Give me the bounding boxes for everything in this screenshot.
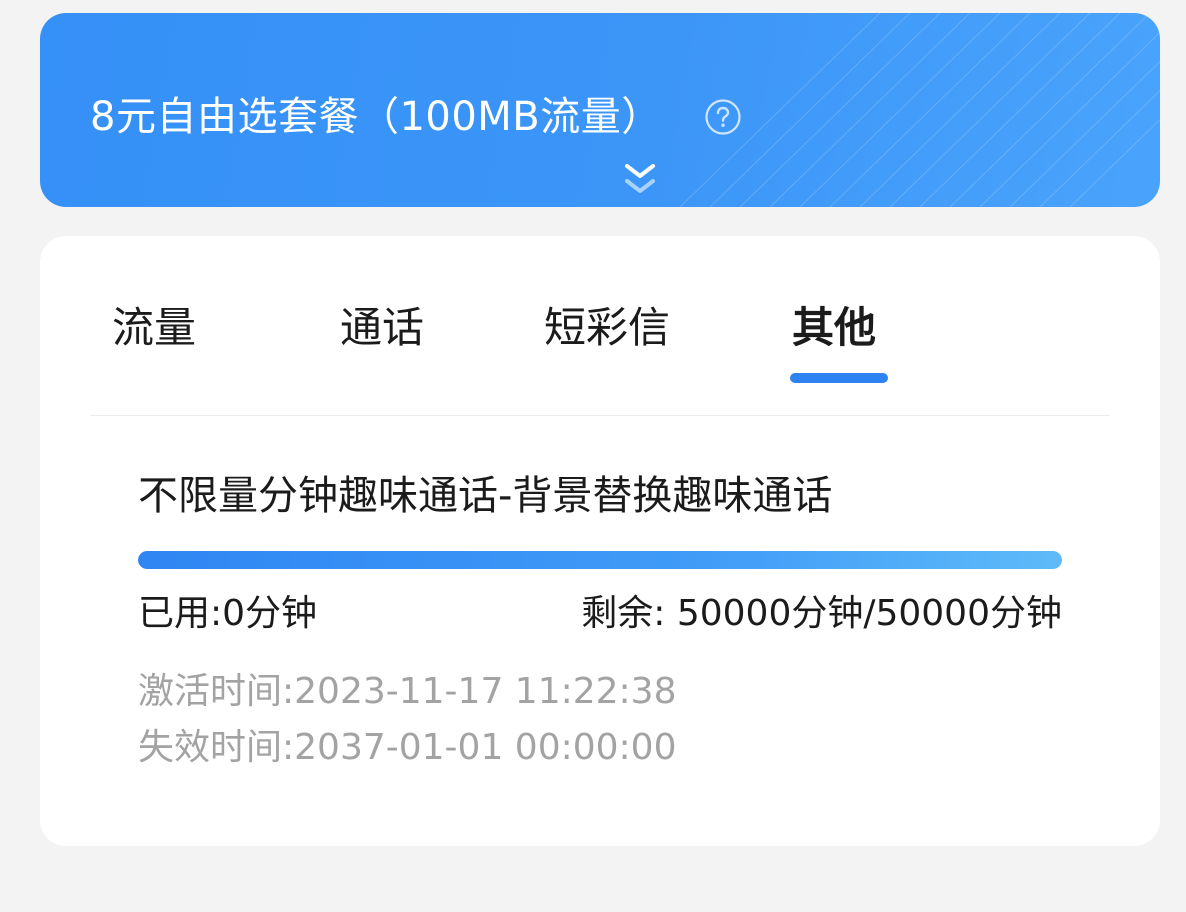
question-circle-icon[interactable] <box>704 98 742 136</box>
double-chevron-down-icon[interactable] <box>620 159 660 203</box>
plan-card[interactable]: 8元自由选套餐（100MB流量） <box>40 13 1160 207</box>
usage-progress-bar <box>138 551 1062 569</box>
tab-data[interactable]: 流量 <box>112 298 196 358</box>
usage-card: 流量 通话 短彩信 其他 不限量分钟趣味通话-背景替换趣味通话 已用:0分钟 剩… <box>40 236 1160 846</box>
plan-title-row: 8元自由选套餐（100MB流量） <box>90 89 742 145</box>
expiry-time: 失效时间:2037-01-01 00:00:00 <box>138 727 677 768</box>
tab-divider <box>90 415 1110 416</box>
usage-progress-fill <box>138 551 1062 569</box>
package-name: 不限量分钟趣味通话-背景替换趣味通话 <box>138 473 833 519</box>
category-tabs: 流量 通话 短彩信 其他 <box>40 236 1160 416</box>
plan-title: 8元自由选套餐（100MB流量） <box>90 94 662 140</box>
tab-sms-mms[interactable]: 短彩信 <box>544 298 670 358</box>
active-tab-indicator <box>790 373 888 383</box>
tab-other[interactable]: 其他 <box>792 298 876 358</box>
remaining-amount: 剩余: 50000分钟/50000分钟 <box>581 593 1062 634</box>
used-amount: 已用:0分钟 <box>138 593 318 634</box>
tab-calls[interactable]: 通话 <box>340 298 424 358</box>
activation-time: 激活时间:2023-11-17 11:22:38 <box>138 671 677 712</box>
